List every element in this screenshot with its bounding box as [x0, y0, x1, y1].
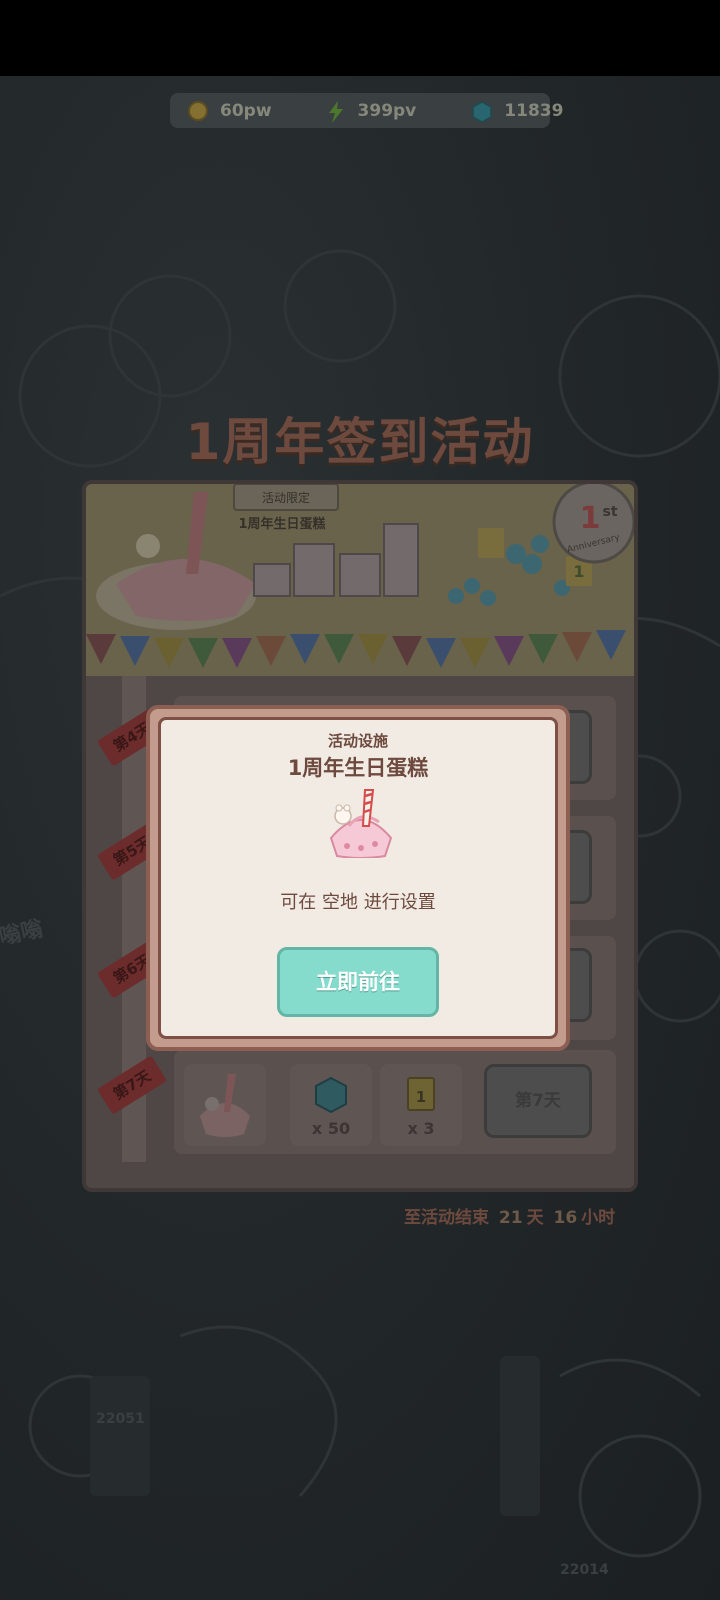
sign-right-number: 22014 [560, 1562, 609, 1578]
reward-gems[interactable]: x 50 [290, 1064, 372, 1146]
cake-icon [325, 786, 397, 859]
ticket-number: 1 [573, 562, 584, 581]
event-tag: 活动限定 1周年生日蛋糕 [233, 484, 339, 532]
event-title: 1周年签到活动 [185, 413, 535, 471]
coin-counter[interactable]: 60pw [188, 100, 272, 121]
dialog-subtitle: 活动设施 [327, 732, 388, 750]
countdown-hours: 16 [553, 1208, 578, 1228]
coin-icon [188, 100, 208, 121]
go-now-button[interactable]: 立即前往 [277, 947, 439, 1017]
countdown-days: 21 [498, 1208, 523, 1228]
countdown-prefix: 至活动结束 [404, 1208, 489, 1228]
mood-text: 嗡嗡 [0, 916, 46, 950]
event-banner: 活动限定 1周年生日蛋糕 1 1 st Anniversary [86, 484, 634, 676]
coin-value: 60pw [220, 100, 272, 121]
dialog-title: 1周年生日蛋糕 [287, 756, 429, 780]
reward-ticket-number: 1 [416, 1088, 426, 1106]
reward-tickets[interactable]: 1 x 3 [380, 1064, 462, 1146]
day7-claim-button[interactable]: 第7天 [484, 1064, 592, 1138]
anniversary-badge: 1 st Anniversary [552, 484, 634, 564]
status-bar [0, 0, 720, 76]
sign-left-number: 22051 [96, 1411, 145, 1427]
bunting-flags [86, 630, 626, 668]
event-tag-text: 活动限定 [262, 490, 310, 505]
reward-gems-qty: x 50 [311, 1119, 351, 1138]
gem-value: 11839 [504, 100, 564, 121]
reward-cake[interactable] [184, 1064, 266, 1146]
energy-counter[interactable]: 399pv [326, 100, 417, 123]
reward-tickets-qty: x 3 [407, 1119, 435, 1138]
event-countdown: 至活动结束 21 天 16 小时 [404, 1203, 615, 1228]
facility-dialog: 活动设施 1周年生日蛋糕 可在 空地 进行设置 立即前往 [146, 705, 570, 1051]
energy-value: 399pv [357, 100, 417, 121]
day-row-7: x 50 1 x 3 第7天 [174, 1050, 616, 1154]
countdown-hours-unit: 小时 [581, 1208, 616, 1228]
lightning-icon [326, 100, 346, 123]
gem-icon [472, 100, 493, 123]
anniversary-number: 1 [580, 501, 601, 536]
gem-counter[interactable]: 11839 [472, 100, 564, 123]
event-tag-name: 1周年生日蛋糕 [238, 516, 325, 532]
currency-bar: 60pw 399pv 11839 [170, 93, 563, 128]
facility-dialog-body: 活动设施 1周年生日蛋糕 可在 空地 进行设置 立即前往 [158, 717, 558, 1039]
dialog-description: 可在 空地 进行设置 [280, 892, 436, 913]
anniversary-sup: st [602, 504, 617, 520]
countdown-days-unit: 天 [526, 1208, 544, 1228]
